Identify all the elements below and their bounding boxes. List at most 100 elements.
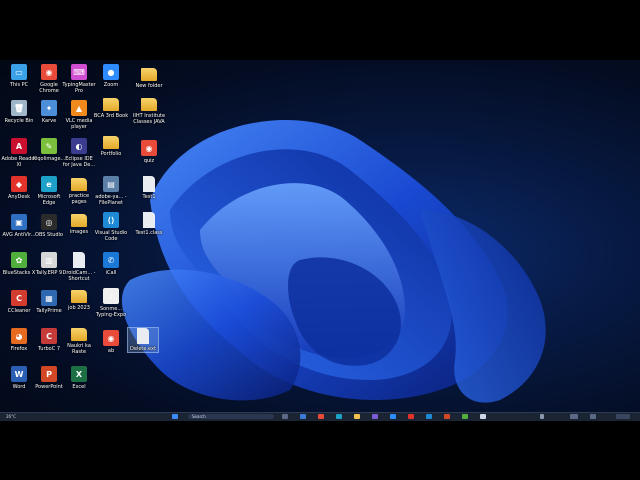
desktop-icon[interactable]: ▭ This PC bbox=[4, 64, 34, 88]
desktop-icon[interactable]: ▤ adobe-ya... - FilePlanet bbox=[95, 176, 127, 206]
desktop-icon[interactable]: practice pages bbox=[64, 178, 94, 205]
desktop-icon[interactable]: 🗑 Recycle Bin bbox=[4, 100, 34, 124]
folder-icon bbox=[141, 98, 157, 111]
desktop-icon-label: quiz bbox=[143, 158, 155, 164]
tray-network-icon[interactable] bbox=[590, 414, 596, 419]
taskbar-app-icon[interactable] bbox=[300, 414, 306, 419]
desktop-icon[interactable]: Test1.class bbox=[134, 212, 164, 236]
desktop-icon[interactable]: e Microsoft Edge bbox=[34, 176, 64, 206]
avg-icon: ▣ bbox=[11, 214, 27, 230]
taskbar-explorer-icon[interactable] bbox=[354, 414, 360, 419]
taskbar: 26°C Search bbox=[0, 412, 640, 421]
folder-icon bbox=[103, 98, 119, 111]
desktop-icon-label: Test1.class bbox=[135, 230, 163, 236]
adobe-reader-icon: A bbox=[11, 138, 27, 154]
desktop-icon[interactable]: A Adobe Reader XI bbox=[1, 138, 37, 168]
taskbar-app-icon[interactable] bbox=[480, 414, 486, 419]
taskbar-app-icon[interactable] bbox=[390, 414, 396, 419]
desktop-icon-label: TypingMaster Pro bbox=[62, 82, 96, 94]
desktop-icon-label: BCA 3rd Book bbox=[93, 113, 129, 119]
karve-icon: ✦ bbox=[41, 100, 57, 116]
turboc-icon: C bbox=[41, 328, 57, 344]
desktop-icon[interactable]: ▥ Tally.ERP 9 bbox=[34, 252, 64, 276]
desktop-icon-label: Naukri ka Raste bbox=[67, 343, 91, 355]
desktop-icon[interactable]: ◆ AnyDesk bbox=[4, 176, 34, 200]
chrome-icon: ◉ bbox=[41, 64, 57, 80]
ccleaner-icon: C bbox=[11, 290, 27, 306]
tray-clock[interactable] bbox=[616, 414, 630, 419]
desktop-icon[interactable]: Delete.ext bbox=[127, 327, 159, 353]
desktop-icon[interactable]: ◕ Firefox bbox=[4, 328, 34, 352]
taskbar-app-icon[interactable] bbox=[444, 414, 450, 419]
desktop-icon-label: Delete.ext bbox=[130, 346, 156, 352]
typing-expo-icon: ♪ bbox=[103, 288, 119, 304]
taskbar-edge-icon[interactable] bbox=[336, 414, 342, 419]
desktop-icon[interactable]: ⟨⟩ Visual Studio Code bbox=[95, 212, 127, 242]
desktop-icon[interactable]: W Word bbox=[4, 366, 34, 390]
powerpoint-icon: P bbox=[41, 366, 57, 382]
desktop-icon[interactable]: images bbox=[64, 214, 94, 235]
chrome-icon: ◉ bbox=[103, 330, 119, 346]
folder-icon bbox=[141, 68, 157, 81]
desktop-icon[interactable]: ✿ BlueStacks X bbox=[3, 252, 35, 276]
desktop-icon[interactable]: C TurboC 7 bbox=[34, 328, 64, 352]
chrome-icon: ◉ bbox=[141, 140, 157, 156]
taskbar-chrome-icon[interactable] bbox=[318, 414, 324, 419]
desktop-icon[interactable]: ◐ Eclipse IDE for Java De... bbox=[62, 138, 96, 168]
search-placeholder: Search bbox=[192, 414, 206, 419]
desktop-icon[interactable]: ✎ Kiqolimage... bbox=[33, 138, 65, 162]
desktop-icon[interactable]: DroidCam... - Shortcut bbox=[62, 252, 96, 282]
obs-icon: ◎ bbox=[41, 214, 57, 230]
desktop-icon-label: ab bbox=[107, 348, 115, 354]
desktop-icon[interactable]: job 2023 bbox=[64, 290, 94, 311]
weather-widget[interactable]: 26°C bbox=[6, 414, 16, 419]
document-icon bbox=[143, 176, 155, 192]
desktop-icon[interactable]: ◉ Google Chrome bbox=[34, 64, 64, 94]
desktop-icon[interactable]: BCA 3rd Book bbox=[93, 98, 129, 119]
desktop-icon[interactable]: ✆ iCall bbox=[96, 252, 126, 276]
search-box[interactable]: Search bbox=[188, 414, 274, 419]
this-pc-icon: ▭ bbox=[11, 64, 27, 80]
kiqolimage-icon: ✎ bbox=[41, 138, 57, 154]
folder-icon bbox=[71, 214, 87, 227]
desktop-icon[interactable]: Naukri ka Raste bbox=[64, 328, 94, 355]
recycle-bin-icon: 🗑 bbox=[11, 100, 27, 116]
desktop-icon[interactable]: New folder bbox=[134, 68, 164, 89]
tray-language-icon[interactable] bbox=[570, 414, 578, 419]
desktop-icon[interactable]: ▲ VLC media player bbox=[64, 100, 94, 130]
desktop-icon[interactable]: ✦ Karve bbox=[34, 100, 64, 124]
desktop-icon[interactable]: ▣ AVG AntiVir... bbox=[3, 214, 36, 238]
desktop-icon[interactable]: IIHT Institute Classes JAVA bbox=[133, 98, 165, 125]
excel-icon: X bbox=[71, 366, 87, 382]
desktop-icon-label: Sonme... Typing-Expo bbox=[95, 306, 127, 318]
desktop-icon[interactable]: Portfolio bbox=[96, 136, 126, 157]
folder-icon bbox=[71, 290, 87, 303]
taskbar-app-icon[interactable] bbox=[462, 414, 468, 419]
desktop-icon[interactable]: P PowerPoint bbox=[34, 366, 64, 390]
desktop-icon[interactable]: C CCleaner bbox=[4, 290, 34, 314]
taskbar-vscode-icon[interactable] bbox=[426, 414, 432, 419]
desktop-icon[interactable]: ◉ quiz bbox=[134, 140, 164, 164]
desktop-icon[interactable]: Test1 bbox=[134, 176, 164, 200]
desktop-icon[interactable]: ● Zoom bbox=[96, 64, 126, 88]
taskbar-app-icon[interactable] bbox=[408, 414, 414, 419]
anydesk-icon: ◆ bbox=[11, 176, 27, 192]
start-icon[interactable] bbox=[172, 414, 178, 419]
desktop-icon-label: Eclipse IDE for Java De... bbox=[62, 156, 96, 168]
desktop-icon[interactable]: ♪ Sonme... Typing-Expo bbox=[96, 288, 126, 318]
desktop-icon[interactable]: ◉ ab bbox=[96, 330, 126, 354]
desktop-icon[interactable]: ▦ TallyPrime bbox=[34, 290, 64, 314]
desktop-icon-label: practice pages bbox=[68, 193, 90, 205]
taskbar-app-icon[interactable] bbox=[372, 414, 378, 419]
desktop-icon[interactable]: ◎ OBS Studio bbox=[34, 214, 64, 238]
tray-chevron-icon[interactable] bbox=[540, 414, 544, 419]
eclipse-icon: ◐ bbox=[71, 138, 87, 154]
document-icon bbox=[73, 252, 85, 268]
desktop-icon-label: VLC media player bbox=[65, 118, 93, 130]
desktop-icon-label: images bbox=[69, 229, 89, 235]
task-view-icon[interactable] bbox=[282, 414, 288, 419]
desktop-icon[interactable]: X Excel bbox=[64, 366, 94, 390]
desktop-icon[interactable]: ⌨ TypingMaster Pro bbox=[62, 64, 96, 94]
tallyprime-icon: ▦ bbox=[41, 290, 57, 306]
desktop-icon-label: DroidCam... - Shortcut bbox=[62, 270, 96, 282]
